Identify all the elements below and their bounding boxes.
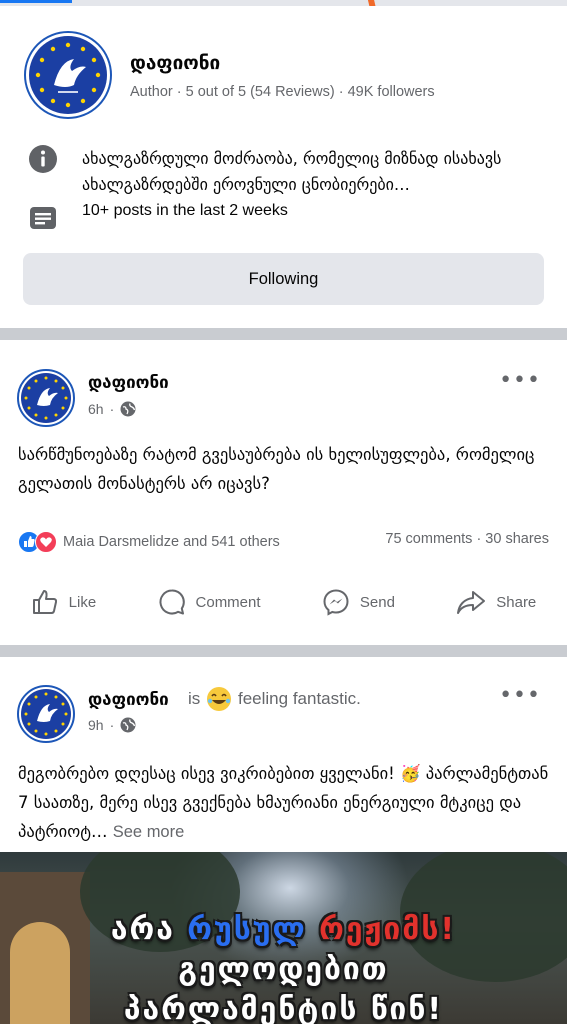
send-button[interactable]: Send — [322, 588, 395, 616]
comments-shares-count[interactable]: 75 comments · 30 shares — [385, 531, 549, 547]
like-button[interactable]: Like — [31, 588, 97, 616]
banner-line-2: გელოდებით — [178, 952, 389, 987]
comment-label: Comment — [195, 593, 261, 611]
post-time: 9h — [88, 717, 104, 733]
comment-button[interactable]: Comment — [158, 588, 261, 616]
page-name[interactable]: დაფიონი — [130, 52, 220, 74]
banner-word-highlight: რუსულ — [187, 912, 307, 947]
active-tab-indicator — [0, 0, 72, 3]
post-time: 6h — [88, 401, 104, 417]
like-icon — [32, 590, 57, 614]
banner-line-3: პარლამენტის წინ! — [123, 992, 444, 1024]
share-icon — [457, 591, 486, 614]
post-author-name[interactable]: დაფიონი — [88, 373, 169, 393]
post-card: დაფიონი 6h · ••• სარწმუნოებაზე რატომ გვე… — [0, 340, 567, 645]
more-options-icon[interactable]: ••• — [499, 368, 541, 393]
globe-icon — [120, 401, 136, 417]
more-options-icon[interactable]: ••• — [499, 683, 541, 708]
love-reaction-icon — [35, 531, 57, 553]
like-label: Like — [68, 593, 97, 611]
feeling-text: feeling fantastic. — [238, 689, 361, 708]
see-more-link[interactable]: See more — [113, 823, 185, 841]
post-card: დაფიონი is feeling fantastic. 9h · ••• მ… — [0, 657, 567, 852]
page-about[interactable]: ახალგაზრდული მოძრაობა, რომელიც მიზნად ის… — [82, 146, 522, 198]
post-body: მეგობრებო დღესაც ისევ ვიკრიბებით ყველანი… — [18, 764, 549, 841]
page-meta: Author · 5 out of 5 (54 Reviews) · 49K f… — [130, 84, 435, 100]
post-author-avatar[interactable] — [17, 685, 75, 743]
page-header-card: დაფიონი Author · 5 out of 5 (54 Reviews)… — [0, 6, 567, 328]
post-timestamp[interactable]: 9h · — [88, 717, 136, 733]
dot-separator: · — [109, 717, 115, 733]
post-actions-bar: Like Comment Send Share — [0, 580, 567, 624]
send-label: Send — [359, 593, 395, 611]
globe-icon — [120, 717, 136, 733]
post-timestamp[interactable]: 6h · — [88, 401, 136, 417]
laughing-emoji-icon — [207, 687, 231, 711]
feeling-is-text: is — [188, 689, 201, 708]
info-icon — [29, 145, 57, 173]
post-text: მეგობრებო დღესაც ისევ ვიკრიბებით ყველანი… — [18, 759, 550, 847]
posts-icon — [30, 207, 56, 229]
banner-word-highlight: რეჟიმს! — [319, 912, 457, 947]
share-label: Share — [496, 593, 537, 611]
banner-line-1: არა რუსულ რეჟიმს! — [0, 912, 567, 947]
reactions-summary[interactable]: Maia Darsmelidze and 541 others — [18, 531, 280, 553]
dot-separator: · — [109, 401, 115, 417]
following-button[interactable]: Following — [23, 253, 544, 305]
comment-icon — [159, 589, 185, 615]
post-text: სარწმუნოებაზე რატომ გვესაუბრება ის ხელის… — [18, 445, 535, 493]
posts-activity: 10+ posts in the last 2 weeks — [82, 202, 288, 219]
post-author-avatar[interactable] — [17, 369, 75, 427]
reactions-text: Maia Darsmelidze and 541 others — [63, 534, 280, 550]
section-divider — [0, 645, 567, 657]
share-button[interactable]: Share — [456, 588, 536, 616]
post-author-name[interactable]: დაფიონი — [88, 690, 169, 710]
banner-word: არა — [110, 912, 175, 947]
section-divider — [0, 328, 567, 340]
page-logo[interactable] — [24, 31, 112, 119]
messenger-icon — [323, 589, 349, 616]
